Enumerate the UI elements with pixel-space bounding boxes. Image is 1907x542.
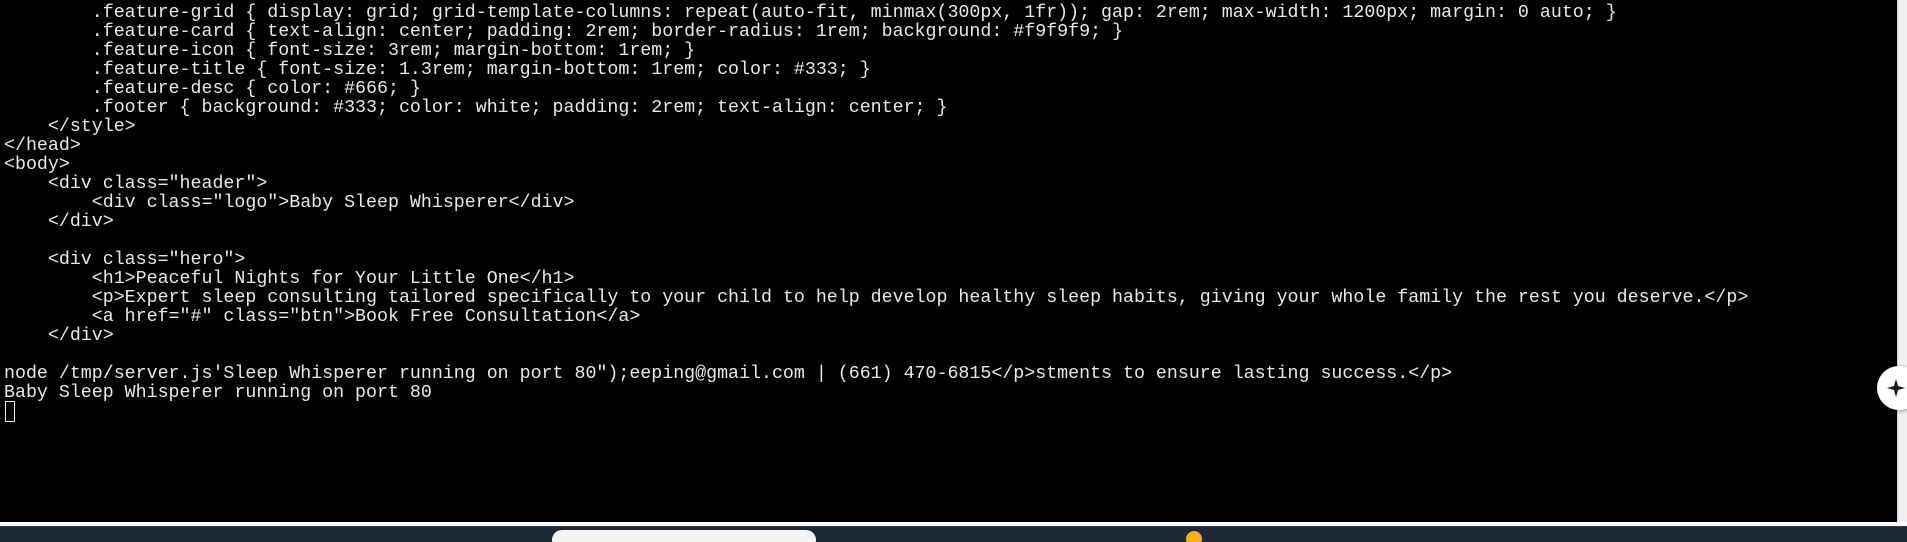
taskbar bbox=[0, 526, 1907, 542]
terminal-window[interactable]: .feature-grid { display: grid; grid-temp… bbox=[0, 0, 1897, 522]
terminal-line: .footer { background: #333; color: white… bbox=[4, 98, 948, 118]
sparkle-icon bbox=[1885, 377, 1907, 399]
terminal-scrollbar[interactable] bbox=[1897, 0, 1907, 522]
terminal-line: Baby Sleep Whisperer running on port 80 bbox=[4, 383, 432, 403]
terminal-line: </div> bbox=[4, 212, 114, 232]
taskbar-search-pill[interactable] bbox=[552, 530, 816, 542]
taskbar-app-icon[interactable] bbox=[1186, 531, 1202, 542]
terminal-line: </div> bbox=[4, 326, 114, 346]
terminal-cursor bbox=[5, 401, 15, 422]
